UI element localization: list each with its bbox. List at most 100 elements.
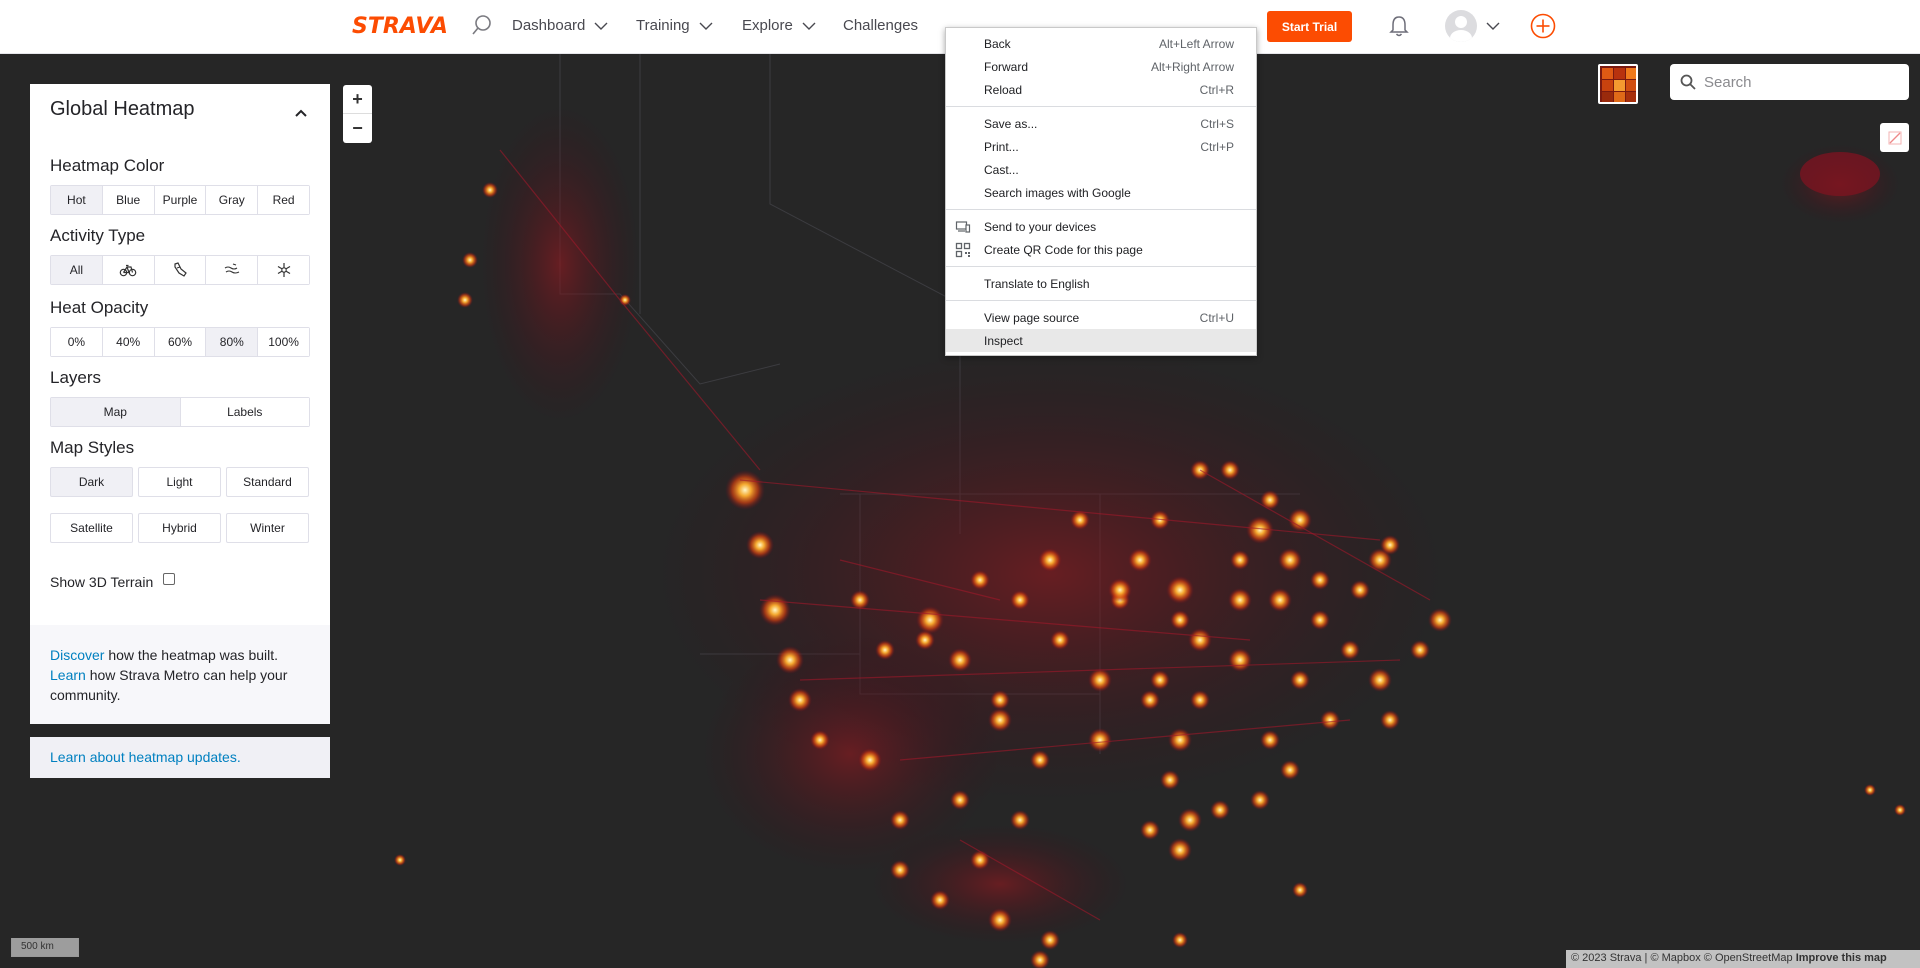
menu-item-shortcut: Alt+Right Arrow [1150,60,1234,74]
heat-spot [858,748,882,772]
improve-map-link[interactable]: Improve this map [1796,952,1887,964]
panel-footer: Discover how the heatmap was built. Lear… [30,625,330,724]
nav-challenges[interactable]: Challenges [843,17,918,34]
menu-item-back[interactable]: Back Alt+Left Arrow [946,32,1256,55]
chevron-down-icon[interactable] [1485,18,1501,34]
nav-dashboard[interactable]: Dashboard [512,17,609,34]
heat-spot [990,690,1010,710]
heat-spot [1310,570,1330,590]
menu-item-shortcut: Ctrl+U [1199,311,1234,325]
opacity-option-60[interactable]: 60% [154,328,207,356]
style-option-dark[interactable]: Dark [50,467,133,497]
search-icon[interactable] [470,13,494,37]
terrain-toggle[interactable]: Show 3D Terrain [50,573,176,590]
zoom-in-button[interactable]: + [343,85,372,114]
draw-route-button[interactable] [1880,123,1909,152]
activity-option-all[interactable]: All [51,256,103,284]
heat-spot [619,294,631,306]
menu-item-reload[interactable]: Reload Ctrl+R [946,78,1256,101]
heat-spot [1380,535,1400,555]
activity-option-water[interactable] [206,256,259,284]
heat-spot [1210,800,1230,820]
discover-link[interactable]: Discover [50,647,104,663]
panel-title: Global Heatmap [50,98,195,120]
chevron-up-icon[interactable] [294,108,308,118]
style-option-satellite[interactable]: Satellite [50,513,133,543]
heat-spot [1172,932,1188,948]
heat-spot [1290,670,1310,690]
menu-item-cast[interactable]: Cast... [946,158,1256,181]
menu-item-label: Back [984,36,1011,51]
nav-dashboard-label: Dashboard [512,17,586,34]
heat-spot [1168,728,1192,752]
menu-item-forward[interactable]: Forward Alt+Right Arrow [946,55,1256,78]
chevron-down-icon [594,22,608,30]
heat-spot [988,708,1012,732]
heat-spot [1220,460,1240,480]
layers-selector: Map Labels [50,397,310,427]
map-attribution: © 2023 Strava | © Mapbox © OpenStreetMap… [1566,950,1920,968]
menu-item-inspect[interactable]: Inspect [946,329,1256,352]
activity-option-ride[interactable] [102,256,155,284]
color-option-hot[interactable]: Hot [51,186,103,214]
nav-explore[interactable]: Explore [742,17,817,34]
heat-spot [1040,930,1060,950]
heat-opacity-selector: 0% 40% 60% 80% 100% [50,327,310,357]
terrain-checkbox[interactable] [163,573,176,585]
color-option-purple[interactable]: Purple [154,186,207,214]
heatmap-layer-toggle[interactable] [1598,64,1638,104]
layer-option-map[interactable]: Map [51,398,181,426]
activity-option-winter[interactable] [258,256,309,284]
start-trial-button[interactable]: Start Trial [1267,11,1352,42]
opacity-option-100[interactable]: 100% [258,328,309,356]
map-search-input[interactable] [1704,73,1894,91]
heat-spot [930,890,950,910]
heat-spot [462,252,478,268]
heat-spot [776,646,804,674]
menu-separator [946,300,1256,301]
layer-option-labels[interactable]: Labels [180,398,309,426]
heat-spot [1188,628,1212,652]
menu-item-shortcut: Ctrl+P [1200,140,1234,154]
menu-item-print[interactable]: Print... Ctrl+P [946,135,1256,158]
style-option-hybrid[interactable]: Hybrid [138,513,221,543]
heat-spot [1140,820,1160,840]
heatmap-color-selector: Hot Blue Purple Gray Red [50,185,310,215]
menu-item-view-source[interactable]: View page source Ctrl+U [946,306,1256,329]
menu-item-label: Send to your devices [984,219,1097,234]
nav-explore-label: Explore [742,17,793,34]
style-option-winter[interactable]: Winter [226,513,309,543]
color-option-gray[interactable]: Gray [206,186,259,214]
add-activity-icon[interactable] [1530,13,1556,39]
bell-icon[interactable] [1388,14,1410,38]
learn-link[interactable]: Learn [50,667,86,683]
style-option-standard[interactable]: Standard [226,467,309,497]
opacity-option-40[interactable]: 40% [102,328,155,356]
opacity-option-0[interactable]: 0% [51,328,103,356]
avatar[interactable] [1445,10,1477,42]
heat-spot [1410,640,1430,660]
map-styles-title: Map Styles [50,438,135,457]
color-option-red[interactable]: Red [258,186,309,214]
menu-item-shortcut: Ctrl+R [1199,83,1234,97]
heat-spot [1088,668,1112,692]
opacity-option-80[interactable]: 80% [206,328,259,356]
activity-option-run[interactable] [154,256,207,284]
menu-item-send-to-devices[interactable]: Send to your devices [946,215,1256,238]
menu-item-search-images[interactable]: Search images with Google [946,181,1256,204]
menu-item-label: Inspect [984,333,1023,348]
menu-item-label: Create QR Code for this page [984,242,1143,257]
qr-code-icon [955,242,971,258]
heatmap-updates-link[interactable]: Learn about heatmap updates. [30,737,330,778]
heat-spot [746,531,774,559]
zoom-out-button[interactable]: − [343,114,372,143]
strava-logo[interactable]: STRAVA [352,14,448,39]
color-option-blue[interactable]: Blue [102,186,155,214]
menu-item-translate[interactable]: Translate to English [946,272,1256,295]
search-icon [1680,74,1696,90]
menu-item-qr-code[interactable]: Create QR Code for this page [946,238,1256,261]
style-option-light[interactable]: Light [138,467,221,497]
nav-challenges-label: Challenges [843,17,919,34]
nav-training[interactable]: Training [636,17,714,34]
menu-item-save-as[interactable]: Save as... Ctrl+S [946,112,1256,135]
